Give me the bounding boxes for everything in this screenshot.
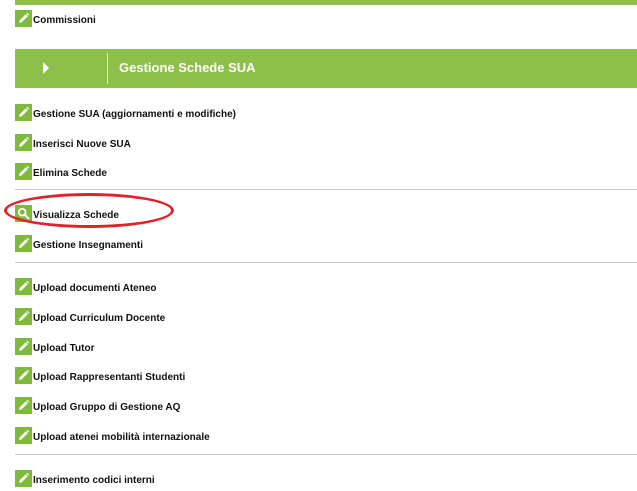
menu-item-label: Upload Rappresentanti Studenti	[33, 372, 186, 383]
highlight-oval	[4, 193, 174, 228]
menu-item-gestione-sua[interactable]: Gestione SUA (aggiornamenti e modifiche)	[15, 101, 236, 121]
menu-item-label: Gestione Insegnamenti	[33, 240, 144, 251]
pencil-icon	[15, 338, 32, 355]
menu-item-label: Inserimento codici interni	[33, 475, 155, 486]
menu-item-upload-rappresentanti-studenti[interactable]: Upload Rappresentanti Studenti	[15, 364, 185, 384]
menu-item-label: Upload atenei mobilità internazionale	[33, 432, 210, 443]
menu-item-upload-gruppo-gestione-aq[interactable]: Upload Gruppo di Gestione AQ	[15, 394, 180, 414]
pencil-icon	[15, 134, 32, 151]
section-divider	[15, 189, 637, 190]
menu-item-upload-atenei-mobilita[interactable]: Upload atenei mobilità internazionale	[15, 424, 210, 444]
section-header-title: Gestione Schede SUA	[119, 60, 256, 75]
pencil-icon	[15, 367, 32, 384]
top-accent-bar	[15, 0, 637, 5]
menu-item-label: Inserisci Nuove SUA	[33, 139, 131, 150]
section-header-gestione-schede-sua[interactable]: Gestione Schede SUA	[15, 49, 637, 88]
menu-item-label: Gestione SUA (aggiornamenti e modifiche)	[33, 109, 236, 120]
section-divider	[15, 262, 637, 263]
pencil-icon	[15, 397, 32, 414]
pencil-icon	[15, 163, 32, 180]
menu-item-upload-tutor[interactable]: Upload Tutor	[15, 335, 94, 355]
pencil-icon	[15, 278, 32, 295]
menu-item-upload-curriculum-docente[interactable]: Upload Curriculum Docente	[15, 305, 165, 325]
header-divider	[107, 53, 108, 84]
menu-item-label: Elimina Schede	[33, 168, 107, 179]
pencil-icon	[15, 427, 32, 444]
pencil-icon	[15, 10, 32, 27]
menu-item-label: Upload Tutor	[33, 343, 95, 354]
pencil-icon	[15, 470, 32, 487]
play-arrow-icon	[43, 62, 49, 74]
section-divider	[15, 454, 637, 455]
pencil-icon	[15, 104, 32, 121]
menu-item-inserisci-nuove-sua[interactable]: Inserisci Nuove SUA	[15, 131, 131, 151]
menu-item-gestione-insegnamenti[interactable]: Gestione Insegnamenti	[15, 232, 143, 252]
pencil-icon	[15, 308, 32, 325]
menu-item-elimina-schede[interactable]: Elimina Schede	[15, 160, 107, 180]
menu-item-label: Upload Curriculum Docente	[33, 313, 166, 324]
menu-item-label: Upload Gruppo di Gestione AQ	[33, 402, 181, 413]
menu-item-label: Commissioni	[33, 15, 96, 26]
menu-item-upload-documenti-ateneo[interactable]: Upload documenti Ateneo	[15, 275, 157, 295]
menu-item-commissioni[interactable]: Commissioni	[15, 7, 96, 27]
pencil-icon	[15, 235, 32, 252]
menu-item-inserimento-codici-interni[interactable]: Inserimento codici interni	[15, 467, 155, 487]
menu-item-label: Upload documenti Ateneo	[33, 283, 157, 294]
